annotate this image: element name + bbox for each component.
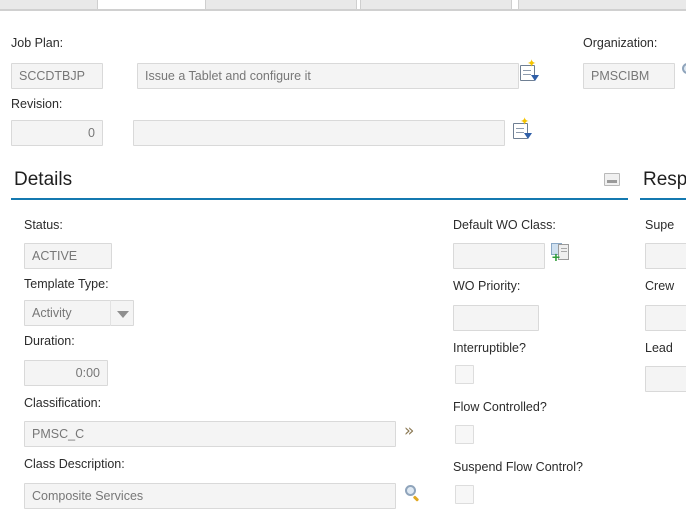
organization-lookup-icon[interactable]: [681, 62, 686, 80]
details-section-title: Details: [14, 169, 73, 190]
classification-label: Classification:: [24, 396, 102, 410]
sparkle-icon: ✦: [527, 58, 537, 70]
duration-field[interactable]: 0:00: [24, 360, 108, 386]
long-description-icon[interactable]: ✦: [511, 116, 532, 139]
flow-controlled-label: Flow Controlled?: [453, 400, 547, 414]
responsibility-section-title: Resp: [643, 169, 686, 190]
class-description-label: Class Description:: [24, 457, 125, 471]
flow-controlled-checkbox[interactable]: [455, 425, 474, 444]
responsibility-section-header: Resp: [640, 168, 686, 200]
interruptible-label: Interruptible?: [453, 341, 526, 355]
supervisor-label: Supe: [645, 218, 675, 232]
revision-label: Revision:: [11, 97, 63, 111]
long-description-icon[interactable]: ✦: [518, 58, 539, 81]
detail-menu-icon[interactable]: »: [404, 422, 422, 440]
organization-field[interactable]: PMSCIBM: [583, 63, 675, 89]
default-wo-class-label: Default WO Class:: [453, 218, 556, 232]
wo-priority-field[interactable]: [453, 305, 539, 331]
revision-number-field[interactable]: 0: [11, 120, 103, 146]
sparkle-icon: ✦: [520, 116, 530, 128]
double-chevron-right-icon: »: [404, 421, 415, 441]
suspend-flow-control-label: Suspend Flow Control?: [453, 460, 583, 474]
tab-strip-divider: [0, 9, 686, 11]
chevron-down-icon[interactable]: [110, 300, 134, 326]
down-arrow-icon: [531, 75, 539, 81]
tab-strip: [0, 0, 686, 11]
responsibility-section-rule: [640, 198, 686, 200]
details-section-header: Details: [11, 168, 628, 200]
job-plan-description-field[interactable]: Issue a Tablet and configure it: [137, 63, 519, 89]
revision-description-field[interactable]: [133, 120, 505, 146]
job-plan-id-field[interactable]: SCCDTBJP: [11, 63, 103, 89]
suspend-flow-control-checkbox[interactable]: [455, 485, 474, 504]
interruptible-checkbox[interactable]: [455, 365, 474, 384]
organization-label: Organization:: [583, 36, 658, 50]
default-wo-class-field[interactable]: [453, 243, 545, 269]
magnifier-handle-icon: [413, 495, 420, 502]
class-description-field[interactable]: Composite Services: [24, 483, 396, 509]
lead-field[interactable]: [645, 366, 686, 392]
wo-priority-label: WO Priority:: [453, 279, 521, 293]
plus-icon: +: [551, 249, 561, 265]
down-arrow-icon: [524, 133, 532, 139]
job-plan-label: Job Plan:: [11, 36, 64, 50]
crew-field[interactable]: [645, 305, 686, 331]
select-value-icon[interactable]: +: [551, 243, 570, 265]
duration-label: Duration:: [24, 334, 75, 348]
template-type-label: Template Type:: [24, 277, 109, 291]
supervisor-field[interactable]: [645, 243, 686, 269]
crew-label: Crew: [645, 279, 675, 293]
details-section-rule: [11, 198, 628, 200]
magnifier-lens-icon: [682, 63, 686, 74]
class-description-lookup-icon[interactable]: [404, 484, 422, 502]
status-field[interactable]: ACTIVE: [24, 243, 112, 269]
lead-label: Lead: [645, 341, 673, 355]
minimize-button[interactable]: [604, 173, 620, 186]
status-label: Status:: [24, 218, 63, 232]
classification-field[interactable]: PMSC_C: [24, 421, 396, 447]
